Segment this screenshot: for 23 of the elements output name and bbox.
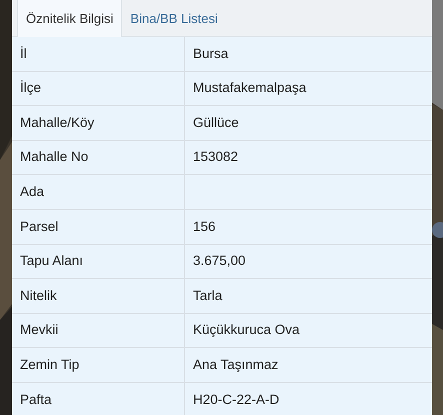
attribute-label: Zemin Tip [20,356,80,374]
attribute-value: 153082 [193,148,238,166]
attribute-label: Parsel [20,218,58,236]
attribute-value: Mustafakemalpaşa [193,79,306,98]
attribute-label: Mahalle/Köy [20,114,94,132]
attribute-value: 156 [193,218,216,236]
attribute-label: İlçe [20,79,42,98]
tab[interactable]: Öznitelik Bilgisi [17,0,122,37]
attribute-label: İl [20,44,27,63]
attribute-value: Güllüce [193,114,239,132]
attribute-value: 3.675,00 [193,252,246,270]
attribute-label: Pafta [20,390,52,409]
attribute-value: Bursa [193,44,228,63]
attribute-label: Mevkii [20,321,58,340]
attribute-label: Mahalle No [20,148,88,166]
attribute-value: Küçükkuruca Ova [193,321,300,340]
attribute-label: Nitelik [20,286,57,305]
attribute-label: Ada [20,183,44,202]
attribute-value: Ana Taşınmaz [193,356,278,374]
tab[interactable]: Bina/BB Listesi [122,0,226,37]
attribute-label: Tapu Alanı [20,252,84,270]
attribute-value: Tarla [193,286,222,305]
attribute-value: H20-C-22-A-D [193,390,280,409]
